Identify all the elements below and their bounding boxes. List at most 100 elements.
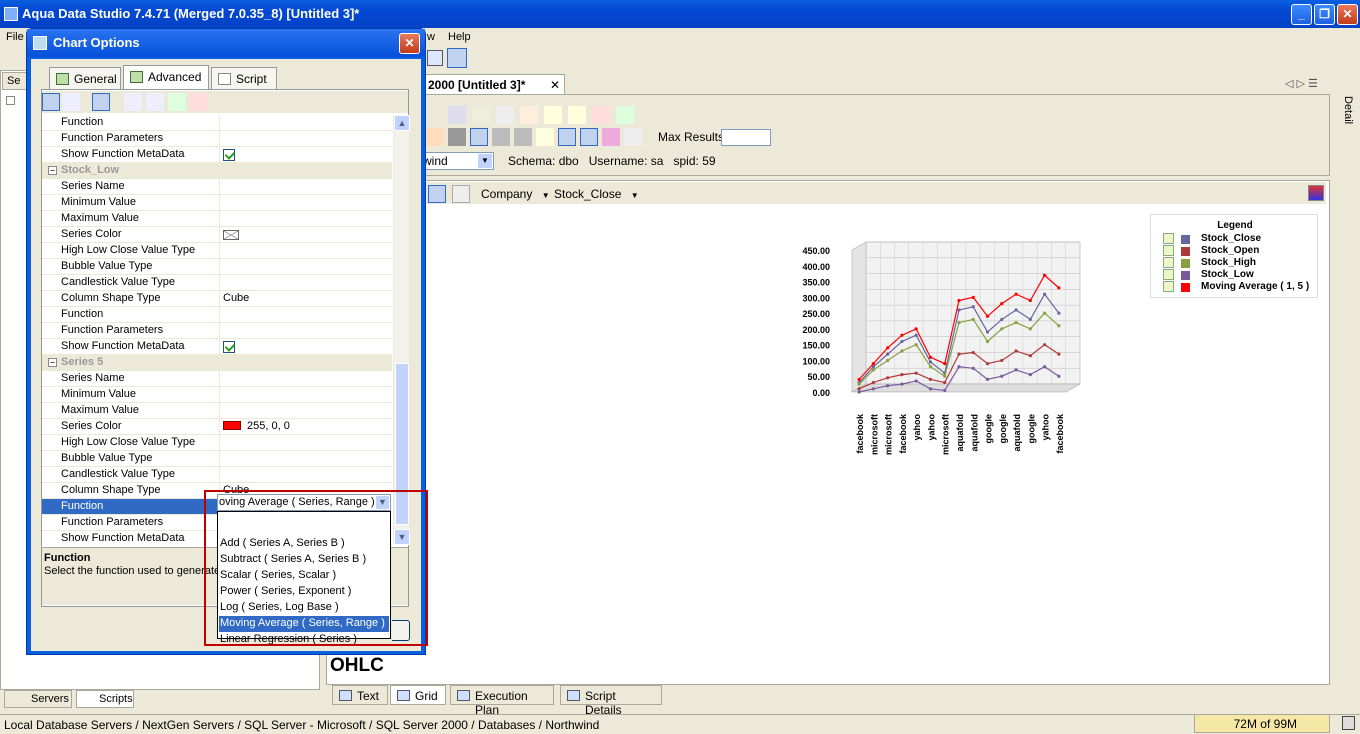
cut-icon[interactable]: [472, 106, 490, 124]
options-icon[interactable]: [624, 128, 642, 146]
menu-window[interactable]: w: [427, 31, 435, 43]
dialog-button-partial[interactable]: [392, 620, 410, 641]
checkbox-checked[interactable]: [223, 149, 235, 161]
toolbar-table-icon[interactable]: [447, 48, 467, 68]
property-value[interactable]: [219, 387, 392, 403]
series-edit-icon[interactable]: [1163, 245, 1174, 256]
property-row[interactable]: High Low Close Value Type: [42, 435, 392, 451]
tab-script-details[interactable]: Script Details: [560, 685, 662, 717]
property-row[interactable]: Show Function MetaData: [42, 147, 392, 163]
function-option[interactable]: Scalar ( Series, Scalar ): [219, 568, 389, 584]
property-row[interactable]: Show Function MetaData: [42, 339, 392, 355]
tab-nav-icons[interactable]: ◁ ▷ ☰: [1285, 77, 1318, 90]
property-row[interactable]: High Low Close Value Type: [42, 243, 392, 259]
series-edit-icon[interactable]: [1163, 281, 1174, 292]
property-row[interactable]: Minimum Value: [42, 387, 392, 403]
company-dropdown[interactable]: Company ▼: [481, 187, 550, 201]
property-value[interactable]: [219, 339, 392, 355]
checkbox-checked[interactable]: [223, 341, 235, 353]
property-row[interactable]: Function: [42, 307, 392, 323]
tab-execution-plan[interactable]: Execution Plan: [450, 685, 554, 717]
alphabetical-icon[interactable]: [62, 93, 80, 111]
function-option[interactable]: Subtract ( Series A, Series B ): [219, 552, 389, 568]
series-edit-icon[interactable]: [1163, 269, 1174, 280]
property-value[interactable]: [219, 403, 392, 419]
property-value[interactable]: 255, 0, 0: [219, 419, 392, 435]
property-row[interactable]: Function Parameters: [42, 323, 392, 339]
property-row[interactable]: Candlestick Value Type: [42, 275, 392, 291]
maximize-button[interactable]: ❐: [1314, 4, 1335, 25]
menu-help[interactable]: Help: [448, 31, 471, 43]
function-option[interactable]: Moving Average ( Series, Range ): [219, 616, 389, 632]
copy-icon[interactable]: [496, 106, 514, 124]
property-row[interactable]: Function: [42, 115, 392, 131]
detail-label[interactable]: Detail: [1342, 96, 1354, 124]
property-value[interactable]: [219, 147, 392, 163]
sort-icon[interactable]: [616, 106, 634, 124]
function-option[interactable]: Log ( Series, Log Base ): [219, 600, 389, 616]
section-header[interactable]: − Stock_Low: [42, 163, 392, 179]
menu-file[interactable]: File: [6, 31, 24, 43]
property-row[interactable]: Series Color: [42, 227, 392, 243]
function-option[interactable]: [219, 520, 389, 536]
categorized-icon[interactable]: [42, 93, 60, 111]
description-icon[interactable]: [92, 93, 110, 111]
run-icon[interactable]: [426, 128, 444, 146]
tree-expand-icon[interactable]: [6, 96, 15, 105]
scroll-up-icon[interactable]: ▲: [394, 115, 410, 131]
property-row[interactable]: Function Parameters: [42, 131, 392, 147]
property-value[interactable]: [219, 211, 392, 227]
remove-series-icon[interactable]: [190, 93, 208, 111]
property-row[interactable]: Column Shape Type Cube: [42, 291, 392, 307]
collapse-toggle-icon[interactable]: −: [48, 358, 57, 367]
prev-icon[interactable]: [492, 128, 510, 146]
property-row[interactable]: Series Name: [42, 179, 392, 195]
expand-icon[interactable]: [124, 93, 142, 111]
function-option[interactable]: Linear Regression ( Series ): [219, 632, 389, 648]
tab-advanced[interactable]: Advanced: [123, 65, 209, 89]
property-row[interactable]: Bubble Value Type: [42, 259, 392, 275]
results-icon[interactable]: [470, 128, 488, 146]
property-value[interactable]: [219, 227, 392, 243]
database-select[interactable]: wind ▼: [418, 152, 494, 170]
max-results-input[interactable]: [721, 129, 771, 146]
paste-icon[interactable]: [520, 106, 538, 124]
servers-tab[interactable]: Servers: [4, 690, 72, 708]
chart-edit-icon[interactable]: [452, 185, 470, 203]
property-scrollbar[interactable]: ▲ ▼: [393, 115, 410, 545]
add-series-icon[interactable]: [168, 93, 186, 111]
property-value[interactable]: [219, 371, 392, 387]
property-row[interactable]: Bubble Value Type: [42, 451, 392, 467]
print-icon[interactable]: [448, 106, 466, 124]
property-row[interactable]: Maximum Value: [42, 211, 392, 227]
chart-icon[interactable]: [602, 128, 620, 146]
collapse-toggle-icon[interactable]: −: [48, 166, 57, 175]
chart-view-icon[interactable]: [428, 185, 446, 203]
section-header[interactable]: − Series 5: [42, 355, 392, 371]
format-icon[interactable]: [592, 106, 610, 124]
property-row[interactable]: Maximum Value: [42, 403, 392, 419]
property-value[interactable]: [219, 451, 392, 467]
commit-icon[interactable]: [536, 128, 554, 146]
property-row[interactable]: Series Color 255, 0, 0: [42, 419, 392, 435]
property-value[interactable]: [219, 259, 392, 275]
grid-view-icon[interactable]: [558, 128, 576, 146]
tab-text[interactable]: Text: [332, 685, 388, 705]
property-row[interactable]: Candlestick Value Type: [42, 467, 392, 483]
function-option[interactable]: Power ( Series, Exponent ): [219, 584, 389, 600]
property-value[interactable]: [219, 435, 392, 451]
property-value[interactable]: [219, 467, 392, 483]
property-row[interactable]: Series Name: [42, 371, 392, 387]
chevron-down-icon[interactable]: ▼: [478, 154, 492, 168]
property-value[interactable]: [219, 115, 392, 131]
series-edit-icon[interactable]: [1163, 233, 1174, 244]
tab-script[interactable]: Script: [211, 67, 277, 89]
tab-general[interactable]: General: [49, 67, 121, 89]
toolbar-grid-icon[interactable]: [427, 50, 443, 66]
chevron-down-icon[interactable]: ▼: [375, 495, 390, 510]
collapse-icon[interactable]: [146, 93, 164, 111]
close-button[interactable]: ✕: [1337, 4, 1358, 25]
property-value[interactable]: [219, 323, 392, 339]
trash-icon[interactable]: [1342, 716, 1355, 730]
stock-close-dropdown[interactable]: Stock_Close ▼: [554, 187, 639, 201]
